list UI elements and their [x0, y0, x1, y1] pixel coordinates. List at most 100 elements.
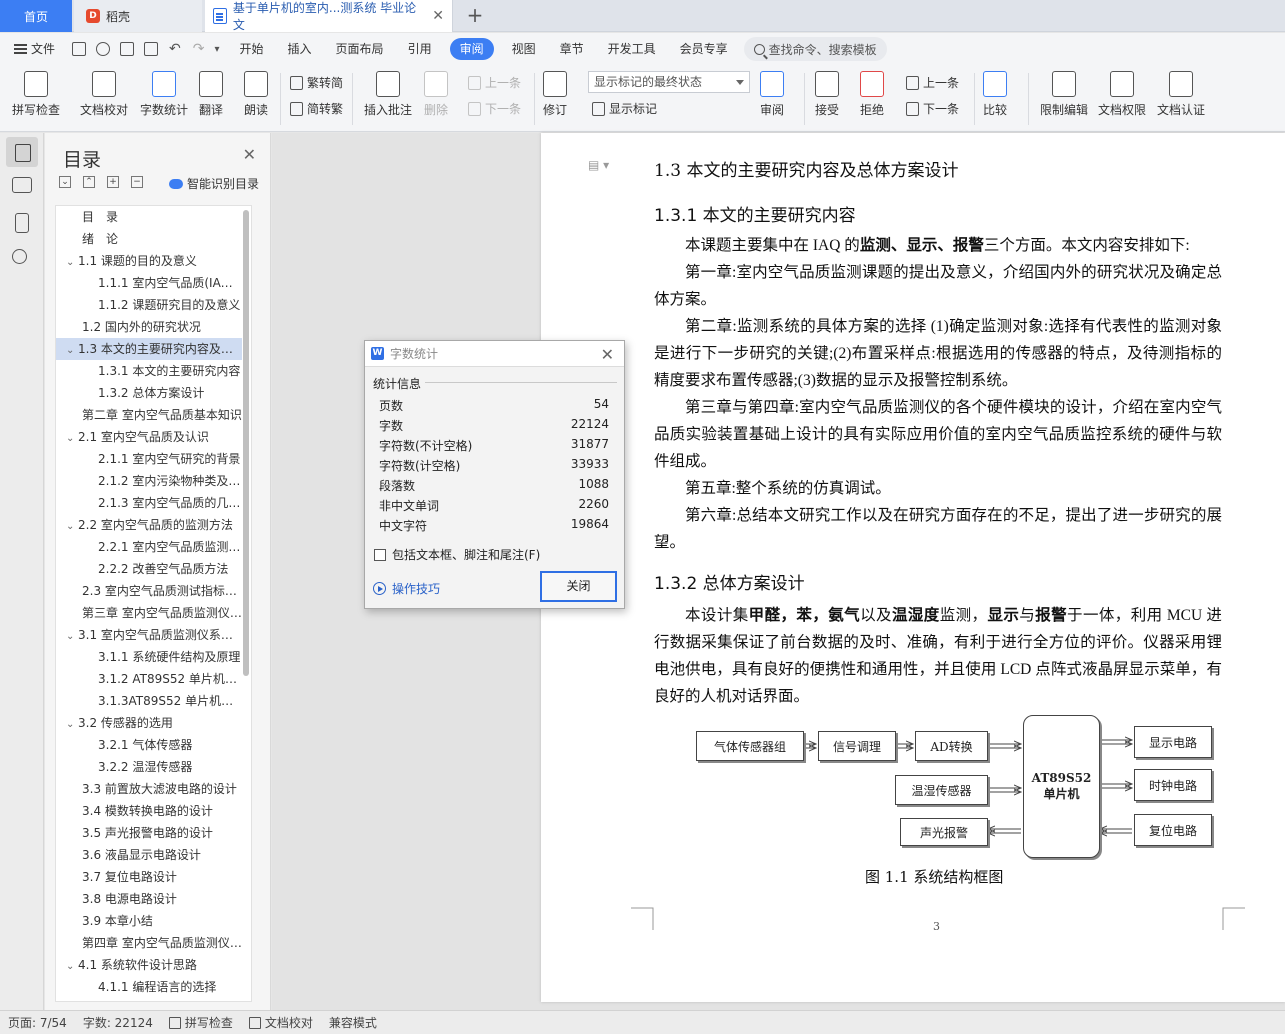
toc-item[interactable]: 3.8 电源电路设计 [56, 888, 242, 910]
proof-status[interactable]: 文档校对 [241, 1014, 321, 1031]
toc-item[interactable]: 1.3.2 总体方案设计 [56, 382, 242, 404]
chevron-down-icon[interactable]: ⌄ [66, 252, 78, 272]
print-preview-icon[interactable] [144, 42, 159, 56]
toc-item[interactable]: 第二章 室内空气品质基本知识 [56, 404, 242, 426]
close-icon[interactable]: ✕ [432, 8, 444, 24]
spell-check-status[interactable]: 拼写检查 [161, 1014, 241, 1031]
redo-icon[interactable]: ↷ [193, 41, 205, 57]
review-pane-button[interactable]: 审阅 [760, 71, 784, 118]
command-search[interactable]: 查找命令、搜索模板 [743, 37, 887, 61]
simp-to-trad-button[interactable]: 简转繁 [290, 100, 343, 117]
chevron-down-icon[interactable]: ⌄ [66, 956, 78, 976]
menu-developer[interactable]: 开发工具 [596, 38, 668, 60]
toc-item[interactable]: ⌄1.3 本文的主要研究内容及总体方案设计 [56, 338, 242, 360]
delete-comment-button[interactable]: 删除 [424, 71, 448, 118]
translate-button[interactable]: 翻译 [199, 71, 223, 118]
chevron-down-icon[interactable]: ⌄ [66, 428, 78, 448]
track-changes-button[interactable]: 修订 [543, 71, 567, 118]
include-textbox-checkbox[interactable]: 包括文本框、脚注和尾注(F) [374, 546, 540, 563]
chevron-down-icon[interactable]: ⌄ [66, 340, 78, 360]
add-heading-icon[interactable]: + [107, 176, 119, 188]
toc-item[interactable]: 3.1.2 AT89S52 单片机简介 [56, 668, 242, 690]
restrict-edit-button[interactable]: 限制编辑 [1040, 71, 1088, 118]
checkbox-box[interactable] [374, 548, 386, 561]
spell-check-button[interactable]: 拼写检查 [12, 71, 60, 118]
toc-item[interactable]: 目 录 [56, 206, 242, 228]
navigation-icon[interactable] [12, 177, 32, 193]
next-change-button[interactable]: 下一条 [906, 100, 959, 117]
toc-item[interactable]: 2.3 室内空气品质测试指标及方法 [56, 580, 242, 602]
word-count-button[interactable]: 字数统计 [140, 71, 188, 118]
toc-item[interactable]: 3.7 复位电路设计 [56, 866, 242, 888]
tips-link[interactable]: 操作技巧 [373, 580, 440, 597]
menu-references[interactable]: 引用 [396, 38, 444, 60]
remove-heading-icon[interactable]: − [131, 176, 143, 188]
page-indicator[interactable]: 页面: 7/54 [0, 1014, 75, 1031]
trad-to-simp-button[interactable]: 繁转简 [290, 74, 343, 91]
toc-item[interactable]: 1.1.1 室内空气品质(IAQ)的概念 [56, 272, 242, 294]
toc-item[interactable]: ⌄ 2.2 室内空气品质的监测方法 [56, 514, 242, 536]
toc-item[interactable]: 2.2.2 改善空气品质方法 [56, 558, 242, 580]
menu-view[interactable]: 视图 [500, 38, 548, 60]
menu-review[interactable]: 审阅 [449, 38, 494, 60]
toc-item[interactable]: 1.1.2 课题研究目的及意义 [56, 294, 242, 316]
show-markup-button[interactable]: 显示标记 [592, 100, 657, 117]
paragraph-menu-icon[interactable]: ▤ ▾ [588, 158, 609, 172]
toc-item[interactable]: 3.6 液晶显示电路设计 [56, 844, 242, 866]
toc-item[interactable]: 2.1.3 室内空气品质的几种评价 [56, 492, 242, 514]
toc-item[interactable]: 2.1.2 室内污染物种类及来源 [56, 470, 242, 492]
reject-button[interactable]: 拒绝 [860, 71, 884, 118]
tab-home[interactable]: 首页 [0, 0, 72, 32]
collapse-all-icon[interactable]: ⌄ [59, 176, 71, 188]
toc-item[interactable]: ⌄ 1.1 课题的目的及意义 [56, 250, 242, 272]
close-button[interactable]: 关闭 [540, 571, 617, 602]
next-comment-button[interactable]: 下一条 [468, 100, 521, 117]
toc-item[interactable]: 3.9 本章小结 [56, 910, 242, 932]
read-aloud-button[interactable]: 朗读 [244, 71, 268, 118]
bookmark-icon[interactable] [15, 213, 29, 233]
prev-change-button[interactable]: 上一条 [906, 74, 959, 91]
doc-cert-button[interactable]: 文档认证 [1157, 71, 1205, 118]
toc-item[interactable]: 3.1.3AT89S52 单片机引脚功能 [56, 690, 242, 712]
markup-state-select[interactable]: 显示标记的最终状态 [588, 71, 750, 93]
menu-member[interactable]: 会员专享 [668, 38, 740, 60]
insert-comment-button[interactable]: 插入批注 [364, 71, 412, 118]
save-icon[interactable] [72, 42, 87, 56]
search-icon[interactable] [12, 249, 27, 264]
expand-level-icon[interactable]: ⌃ [83, 176, 95, 188]
print-icon[interactable] [120, 42, 135, 56]
tab-document[interactable]: 基于单片机的室内...测系统 毕业论文 ✕ [205, 0, 453, 32]
toc-item[interactable]: 3.2.2 温湿传感器 [56, 756, 242, 778]
toc-item[interactable]: ⌄ 2.1 室内空气品质及认识 [56, 426, 242, 448]
accept-button[interactable]: 接受 [815, 71, 839, 118]
chevron-down-icon[interactable]: ⌄ [66, 714, 78, 734]
format-painter-icon[interactable] [96, 42, 111, 56]
toc-item[interactable]: ⌄ 3.2 传感器的选用 [56, 712, 242, 734]
menu-start[interactable]: 开始 [228, 38, 276, 60]
chevron-down-icon[interactable]: ⌄ [66, 626, 78, 646]
toc-scrollbar[interactable] [243, 210, 249, 676]
customize-icon[interactable]: ▾ [214, 44, 219, 55]
smart-toc-button[interactable]: 智能识别目录 [169, 175, 259, 192]
word-count-indicator[interactable]: 字数: 22124 [75, 1014, 161, 1031]
compare-button[interactable]: 比较 [983, 71, 1007, 118]
toc-item[interactable]: 4.1.1 编程语言的选择 [56, 976, 242, 998]
toc-item[interactable]: ⌄ 3.1 室内空气品质监测仪系统结构 [56, 624, 242, 646]
toc-item[interactable]: 3.5 声光报警电路的设计 [56, 822, 242, 844]
toc-item[interactable]: 1.2 国内外的研究状况 [56, 316, 242, 338]
toc-item[interactable]: ⌄ 4.1 系统软件设计思路 [56, 954, 242, 976]
toc-item[interactable]: 3.4 模数转换电路的设计 [56, 800, 242, 822]
prev-comment-button[interactable]: 上一条 [468, 74, 521, 91]
toc-item[interactable]: 2.2.1 室内空气品质监测方法 [56, 536, 242, 558]
dialog-title-bar[interactable]: W 字数统计 [365, 341, 624, 367]
close-icon[interactable]: ✕ [243, 145, 256, 164]
toc-item[interactable]: 第三章 室内空气品质监测仪硬件设计 [56, 602, 242, 624]
close-icon[interactable]: ✕ [601, 345, 614, 364]
toc-item[interactable]: 3.2.1 气体传感器 [56, 734, 242, 756]
menu-layout[interactable]: 页面布局 [324, 38, 396, 60]
undo-icon[interactable]: ↶ [169, 41, 181, 57]
doc-proof-button[interactable]: 文档校对 [80, 71, 128, 118]
tab-daoke[interactable]: D 稻壳 [74, 0, 202, 32]
chevron-down-icon[interactable]: ⌄ [66, 516, 78, 536]
toc-item[interactable]: 1.3.1 本文的主要研究内容 [56, 360, 242, 382]
